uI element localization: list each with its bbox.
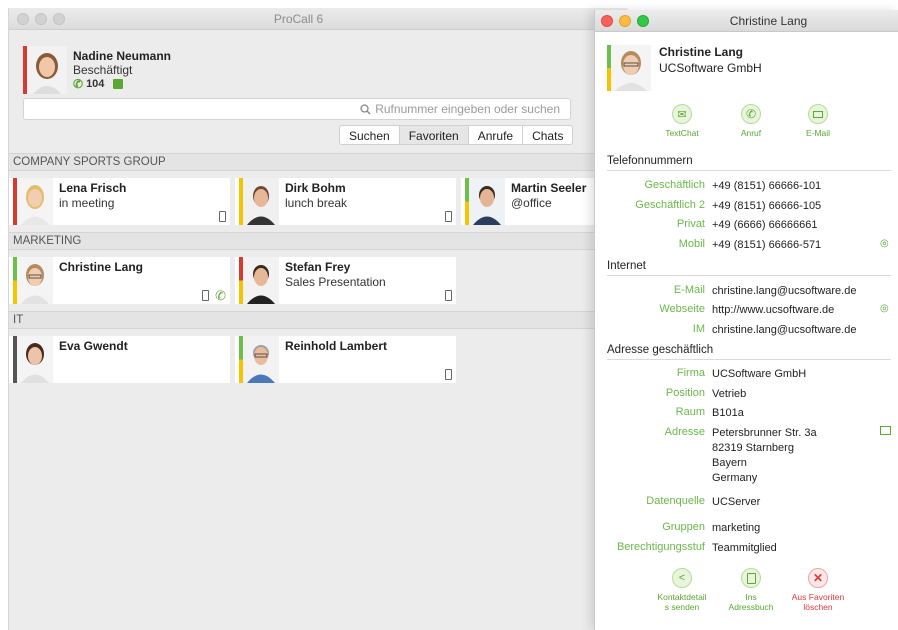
contact-name: Eva Gwendt bbox=[59, 339, 128, 353]
detail-titlebar[interactable]: Christine Lang bbox=[595, 10, 898, 32]
addressbook-icon bbox=[746, 572, 756, 584]
contact-status: in meeting bbox=[59, 196, 115, 210]
search-icon bbox=[360, 103, 371, 114]
avatar bbox=[239, 257, 279, 304]
group-header[interactable]: MARKETING bbox=[9, 232, 621, 250]
contact-card[interactable]: Christine Lang ✆ bbox=[9, 257, 230, 304]
main-window: ProCall 6 Nadine Neumann Beschäftigt ✆ 1… bbox=[8, 8, 628, 630]
my-presence[interactable]: Nadine Neumann Beschäftigt ✆ 104 bbox=[23, 46, 323, 94]
sms-icon[interactable]: ◎ bbox=[880, 238, 889, 249]
mobile-icon[interactable] bbox=[219, 211, 226, 222]
tab-bar: Suchen Favoriten Anrufe Chats bbox=[339, 125, 574, 145]
contact-card[interactable]: Lena Frisch in meeting bbox=[9, 178, 230, 225]
contact-name: Stefan Frey bbox=[285, 260, 351, 274]
phone-icon: ✆ bbox=[745, 107, 757, 121]
avatar bbox=[13, 257, 53, 304]
mobile-icon[interactable] bbox=[445, 211, 452, 222]
chat-icon: ✉ bbox=[677, 108, 687, 121]
globe-icon[interactable]: ◎ bbox=[880, 303, 889, 314]
avatar bbox=[607, 45, 651, 91]
contact-name: Reinhold Lambert bbox=[285, 339, 388, 353]
contact-header: Christine Lang UCSoftware GmbH bbox=[607, 45, 887, 91]
tab-anrufe[interactable]: Anrufe bbox=[469, 126, 524, 144]
remove-favorite-button[interactable]: ✕ Aus Favoriten löschen bbox=[783, 568, 853, 612]
send-contact-button[interactable]: < Kontaktdetail s senden bbox=[647, 568, 717, 612]
tab-favoriten[interactable]: Favoriten bbox=[399, 126, 469, 144]
calendar-icon bbox=[113, 79, 124, 89]
my-status[interactable]: Beschäftigt bbox=[73, 63, 132, 77]
share-icon: < bbox=[678, 572, 686, 584]
phone-icon[interactable]: ✆ bbox=[215, 289, 226, 302]
extension-number: 104 bbox=[86, 78, 105, 90]
contact-status: Sales Presentation bbox=[285, 275, 386, 289]
group-header[interactable]: IT bbox=[9, 311, 621, 329]
contact-card[interactable]: Dirk Bohm lunch break bbox=[235, 178, 456, 225]
contact-card[interactable]: Stefan Frey Sales Presentation bbox=[235, 257, 456, 304]
remove-icon: ✕ bbox=[812, 571, 824, 585]
tab-suchen[interactable]: Suchen bbox=[340, 126, 400, 144]
section-phone-numbers: Telefonnummern bbox=[607, 155, 891, 171]
map-icon[interactable] bbox=[880, 426, 891, 435]
contact-name: Christine Lang bbox=[659, 45, 744, 59]
contact-name: Christine Lang bbox=[59, 260, 144, 274]
section-business-address: Adresse geschäftlich bbox=[607, 344, 891, 360]
mail-icon bbox=[813, 110, 823, 118]
search-input[interactable]: Rufnummer eingeben oder suchen bbox=[23, 98, 571, 120]
group-header[interactable]: COMPANY SPORTS GROUP bbox=[9, 153, 621, 171]
email-button[interactable]: E-Mail bbox=[783, 104, 853, 138]
my-extension: ✆ 104 bbox=[73, 77, 124, 91]
contact-status: lunch break bbox=[285, 196, 348, 210]
mobile-icon[interactable] bbox=[445, 369, 452, 380]
mobile-icon[interactable] bbox=[202, 290, 210, 301]
section-internet: Internet bbox=[607, 260, 891, 276]
my-name: Nadine Neumann bbox=[73, 49, 172, 63]
search-placeholder: Rufnummer eingeben oder suchen bbox=[375, 102, 560, 116]
window-title: ProCall 6 bbox=[273, 12, 324, 26]
mobile-icon[interactable] bbox=[445, 290, 452, 301]
avatar bbox=[465, 178, 505, 225]
contact-name: Dirk Bohm bbox=[285, 181, 346, 195]
tab-chats[interactable]: Chats bbox=[523, 126, 572, 144]
contact-detail-window: Christine Lang Christine Lang UCSoftware… bbox=[594, 10, 898, 630]
contact-company: UCSoftware GmbH bbox=[659, 61, 762, 75]
textchat-button[interactable]: ✉ TextChat bbox=[647, 104, 717, 138]
avatar bbox=[239, 178, 279, 225]
contact-card[interactable]: Eva Gwendt bbox=[9, 336, 230, 383]
call-button[interactable]: ✆ Anruf bbox=[716, 104, 786, 138]
contact-name: Martin Seeler bbox=[511, 181, 587, 195]
desktop: ProCall 6 Nadine Neumann Beschäftigt ✆ 1… bbox=[0, 0, 898, 630]
phone-icon: ✆ bbox=[73, 77, 84, 91]
avatar bbox=[13, 336, 53, 383]
contact-name: Lena Frisch bbox=[59, 181, 127, 195]
avatar bbox=[13, 178, 53, 225]
add-to-addressbook-button[interactable]: Ins Adressbuch bbox=[716, 568, 786, 612]
avatar bbox=[23, 46, 67, 94]
avatar bbox=[239, 336, 279, 383]
contact-status: @office bbox=[511, 196, 552, 210]
main-titlebar[interactable]: ProCall 6 bbox=[9, 8, 628, 30]
window-title: Christine Lang bbox=[729, 14, 808, 28]
presence-indicator bbox=[23, 46, 27, 94]
contact-card[interactable]: Reinhold Lambert bbox=[235, 336, 456, 383]
